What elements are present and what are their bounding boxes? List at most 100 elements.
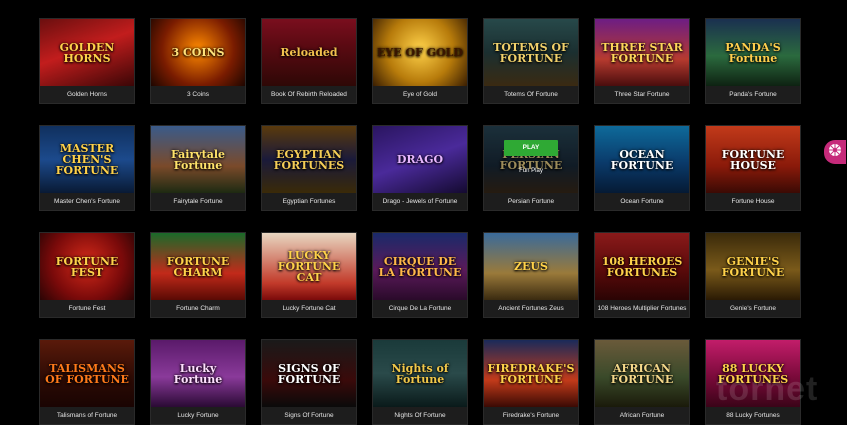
game-art-title: FORTUNE CHARM [166, 254, 230, 279]
game-tile[interactable]: CIRQUE DE LA FORTUNE Cirque De La Fortune [372, 232, 468, 318]
game-tile[interactable]: Fairytale Fortune Fairytale Fortune [150, 125, 246, 211]
game-label[interactable]: Fortune House [706, 193, 800, 210]
game-label[interactable]: Lucky Fortune [151, 407, 245, 424]
game-label[interactable]: Golden Horns [40, 86, 134, 103]
game-tile[interactable]: FORTUNE FEST Fortune Fest [39, 232, 135, 318]
game-tile[interactable]: Nights of Fortune Nights Of Fortune [372, 339, 468, 425]
game-thumbnail[interactable]: GOLDEN HORNS [40, 19, 134, 86]
game-tile[interactable]: FORTUNE CHARM Fortune Charm [150, 232, 246, 318]
game-label[interactable]: Panda's Fortune [706, 86, 800, 103]
fun-play-link[interactable]: Fun Play [484, 168, 578, 174]
game-art-title: AFRICAN FORTUNE [610, 361, 674, 386]
game-thumbnail[interactable]: Nights of Fortune [373, 340, 467, 407]
game-tile[interactable]: THREE STAR FORTUNE Three Star Fortune [594, 18, 690, 104]
game-label[interactable]: Lucky Fortune Cat [262, 300, 356, 317]
game-thumbnail[interactable]: AFRICAN FORTUNE [595, 340, 689, 407]
game-label[interactable]: Signs Of Fortune [262, 407, 356, 424]
game-thumbnail[interactable]: PERSIAN FORTUNEPLAYFun Play [484, 126, 578, 193]
game-tile[interactable]: MASTER CHEN'S FORTUNE Master Chen's Fortu… [39, 125, 135, 211]
game-art-title: Lucky Fortune [173, 361, 223, 386]
game-tile[interactable]: PERSIAN FORTUNEPLAYFun PlayPersian Fortu… [483, 125, 579, 211]
game-tile[interactable]: FORTUNE HOUSE Fortune House [705, 125, 801, 211]
game-label[interactable]: Fairytale Fortune [151, 193, 245, 210]
game-tile[interactable]: 108 HEROES FORTUNES 108 Heroes Multiplier… [594, 232, 690, 318]
game-tile[interactable]: PANDA'S Fortune Panda's Fortune [705, 18, 801, 104]
game-thumbnail[interactable]: Reloaded [262, 19, 356, 86]
game-thumbnail[interactable]: EYE OF GOLD [373, 19, 467, 86]
game-tile[interactable]: EGYPTIAN FORTUNES Egyptian Fortunes [261, 125, 357, 211]
game-art-title: FORTUNE HOUSE [721, 147, 785, 172]
game-label[interactable]: Book Of Rebirth Reloaded [262, 86, 356, 103]
game-thumbnail[interactable]: OCEAN FORTUNE [595, 126, 689, 193]
game-label[interactable]: Drago - Jewels of Fortune [373, 193, 467, 210]
game-tile[interactable]: ZEUS Ancient Fortunes Zeus [483, 232, 579, 318]
game-art-title: TALISMANS OF FORTUNE [45, 361, 129, 386]
game-thumbnail[interactable]: THREE STAR FORTUNE [595, 19, 689, 86]
game-tile[interactable]: TOTEMS OF FORTUNE Totems Of Fortune [483, 18, 579, 104]
game-label[interactable]: Ancient Fortunes Zeus [484, 300, 578, 317]
game-label[interactable]: Master Chen's Fortune [40, 193, 134, 210]
game-tile[interactable]: GOLDEN HORNS Golden Horns [39, 18, 135, 104]
game-label[interactable]: Cirque De La Fortune [373, 300, 467, 317]
game-thumbnail[interactable]: MASTER CHEN'S FORTUNE [40, 126, 134, 193]
game-thumbnail[interactable]: PANDA'S Fortune [706, 19, 800, 86]
game-label[interactable]: 108 Heroes Multiplier Fortunes [595, 300, 689, 317]
game-tile[interactable]: OCEAN FORTUNE Ocean Fortune [594, 125, 690, 211]
game-grid: GOLDEN HORNS Golden Horns 3 COINS 3 Coins Re… [39, 18, 801, 425]
game-thumbnail[interactable]: Lucky Fortune [151, 340, 245, 407]
game-label[interactable]: African Fortune [595, 407, 689, 424]
game-label[interactable]: Totems Of Fortune [484, 86, 578, 103]
game-tile[interactable]: DRAGO Drago - Jewels of Fortune [372, 125, 468, 211]
game-tile[interactable]: Lucky Fortune Lucky Fortune [150, 339, 246, 425]
game-label[interactable]: Eye of Gold [373, 86, 467, 103]
game-label[interactable]: Ocean Fortune [595, 193, 689, 210]
game-label[interactable]: Fortune Fest [40, 300, 134, 317]
game-art-title: THREE STAR FORTUNE [601, 40, 683, 65]
game-tile[interactable]: Reloaded Book Of Rebirth Reloaded [261, 18, 357, 104]
game-thumbnail[interactable]: DRAGO [373, 126, 467, 193]
game-art-title: FIREDRAKE'S FORTUNE [487, 361, 575, 386]
game-thumbnail[interactable]: EGYPTIAN FORTUNES [262, 126, 356, 193]
game-thumbnail[interactable]: GENIE'S FORTUNE [706, 233, 800, 300]
game-label[interactable]: Genie's Fortune [706, 300, 800, 317]
game-thumbnail[interactable]: LUCKY FORTUNE CAT [262, 233, 356, 300]
game-thumbnail[interactable]: CIRQUE DE LA FORTUNE [373, 233, 467, 300]
game-thumbnail[interactable]: FIREDRAKE'S FORTUNE [484, 340, 578, 407]
side-widget-button[interactable] [824, 140, 846, 164]
game-label[interactable]: Firedrake's Fortune [484, 407, 578, 424]
game-thumbnail[interactable]: TALISMANS OF FORTUNE [40, 340, 134, 407]
game-art-title: LUCKY FORTUNE CAT [277, 249, 341, 284]
game-tile[interactable]: LUCKY FORTUNE CAT Lucky Fortune Cat [261, 232, 357, 318]
game-tile[interactable]: EYE OF GOLD Eye of Gold [372, 18, 468, 104]
game-thumbnail[interactable]: 108 HEROES FORTUNES [595, 233, 689, 300]
game-thumbnail[interactable]: 3 COINS [151, 19, 245, 86]
game-label[interactable]: Egyptian Fortunes [262, 193, 356, 210]
game-tile[interactable]: 3 COINS 3 Coins [150, 18, 246, 104]
game-tile[interactable]: SIGNS OF FORTUNE Signs Of Fortune [261, 339, 357, 425]
play-button[interactable]: PLAY [504, 140, 558, 156]
game-label[interactable]: 3 Coins [151, 86, 245, 103]
game-thumbnail[interactable]: Fairytale Fortune [151, 126, 245, 193]
game-art-title: 108 HEROES FORTUNES [601, 254, 683, 279]
game-label[interactable]: 88 Lucky Fortunes [706, 407, 800, 424]
watermark: tornet [716, 370, 819, 408]
game-art-title: GENIE'S FORTUNE [721, 254, 785, 279]
game-thumbnail[interactable]: FORTUNE FEST [40, 233, 134, 300]
game-art-title: SIGNS OF FORTUNE [277, 361, 341, 386]
game-art-title: OCEAN FORTUNE [610, 147, 674, 172]
game-thumbnail[interactable]: FORTUNE HOUSE [706, 126, 800, 193]
game-label[interactable]: Three Star Fortune [595, 86, 689, 103]
game-tile[interactable]: AFRICAN FORTUNE African Fortune [594, 339, 690, 425]
game-label[interactable]: Fortune Charm [151, 300, 245, 317]
game-art-title: GOLDEN HORNS [59, 40, 115, 65]
game-label[interactable]: Talismans of Fortune [40, 407, 134, 424]
game-label[interactable]: Persian Fortune [484, 193, 578, 210]
game-thumbnail[interactable]: SIGNS OF FORTUNE [262, 340, 356, 407]
game-tile[interactable]: TALISMANS OF FORTUNE Talismans of Fortune [39, 339, 135, 425]
game-thumbnail[interactable]: TOTEMS OF FORTUNE [484, 19, 578, 86]
game-thumbnail[interactable]: FORTUNE CHARM [151, 233, 245, 300]
game-tile[interactable]: GENIE'S FORTUNE Genie's Fortune [705, 232, 801, 318]
game-thumbnail[interactable]: ZEUS [484, 233, 578, 300]
game-tile[interactable]: FIREDRAKE'S FORTUNE Firedrake's Fortune [483, 339, 579, 425]
game-label[interactable]: Nights Of Fortune [373, 407, 467, 424]
